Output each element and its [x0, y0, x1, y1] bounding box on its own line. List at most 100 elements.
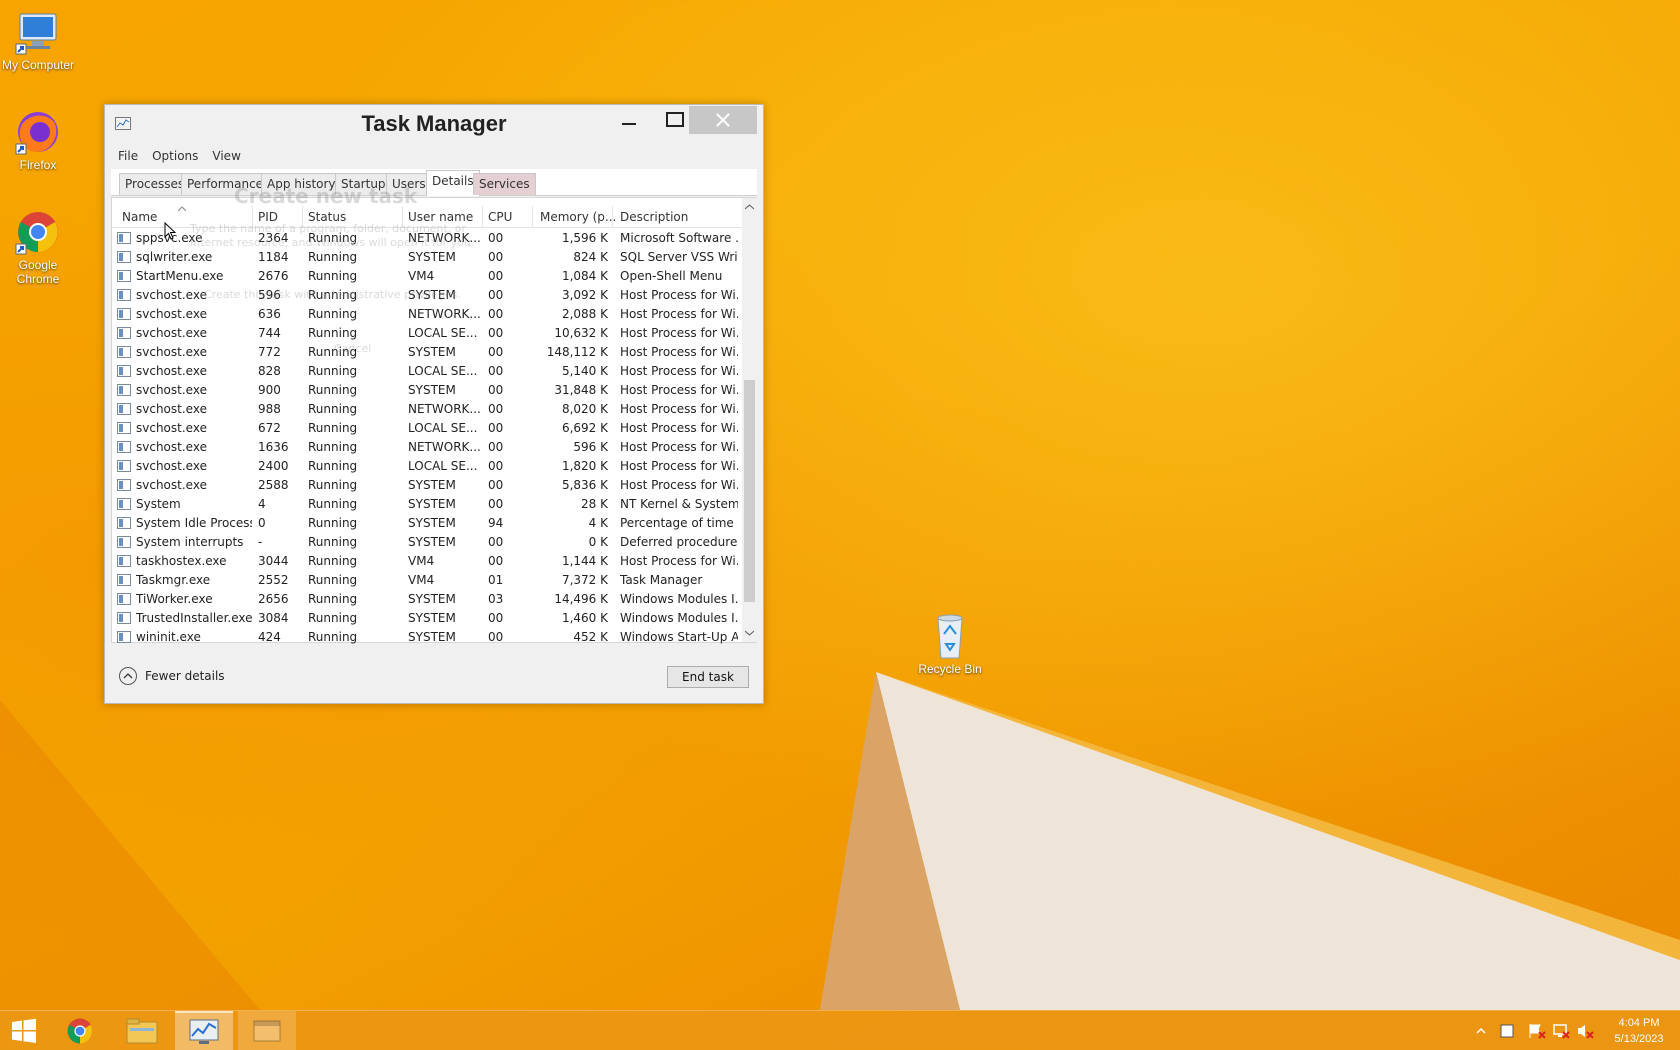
sort-up-icon	[178, 206, 186, 212]
process-icon	[117, 346, 131, 358]
vertical-scrollbar[interactable]	[742, 198, 757, 642]
cell-name: TiWorker.exe	[136, 592, 213, 606]
scroll-up-icon[interactable]	[745, 204, 754, 210]
table-row[interactable]: svchost.exe 636 Running NETWORK... 00 2,088 K…	[112, 305, 742, 324]
column-cpu[interactable]: CPU	[488, 210, 512, 224]
cell-mem: 2,088 K	[561, 307, 608, 321]
task-manager-window: Task Manager File Options View Processes…	[104, 104, 764, 704]
process-icon	[117, 593, 131, 605]
table-row[interactable]: svchost.exe 1636 Running NETWORK... 00 596 K H…	[112, 438, 742, 457]
cell-name: svchost.exe	[136, 383, 207, 397]
taskbar-clock[interactable]: 4:04 PM 5/13/2023	[1602, 1015, 1676, 1047]
process-icon	[117, 308, 131, 320]
cell-user: LOCAL SE...	[408, 326, 478, 340]
table-row[interactable]: sqlwriter.exe 1184 Running SYSTEM 00 824 K SQL…	[112, 248, 742, 267]
menu-view[interactable]: View	[205, 147, 247, 167]
table-row[interactable]: svchost.exe 988 Running NETWORK... 00 8,020 K…	[112, 400, 742, 419]
table-row[interactable]: svchost.exe 2588 Running SYSTEM 00 5,836 K Hos…	[112, 476, 742, 495]
cell-user: VM4	[408, 269, 435, 283]
chrome-icon	[14, 208, 62, 256]
menu-options[interactable]: Options	[145, 147, 205, 167]
action-center-icon	[1500, 1024, 1514, 1038]
cell-cpu: 00	[488, 611, 504, 625]
cell-mem: 452 K	[573, 630, 608, 644]
minimize-button[interactable]	[606, 105, 652, 135]
cell-name: Taskmgr.exe	[136, 573, 211, 587]
cell-cpu: 00	[488, 288, 504, 302]
menu-file[interactable]: File	[111, 147, 145, 167]
table-row[interactable]: svchost.exe 744 Running LOCAL SE... 00 10,632…	[112, 324, 742, 343]
cell-user: SYSTEM	[408, 630, 456, 644]
cell-pid: 3044	[258, 554, 289, 568]
taskbar-file-explorer[interactable]	[113, 1011, 171, 1050]
table-row[interactable]: System Idle Process 0 Running SYSTEM 94 4 K Pe…	[112, 514, 742, 533]
cell-mem: 1,460 K	[561, 611, 608, 625]
cell-user: SYSTEM	[408, 250, 456, 264]
show-hidden-icons[interactable]	[1476, 1011, 1486, 1050]
table-row[interactable]: TrustedInstaller.exe 3084 Running SYSTEM 00 1…	[112, 609, 742, 628]
windows-logo-icon	[12, 1018, 36, 1043]
maximize-icon	[666, 112, 684, 127]
start-button[interactable]	[0, 1011, 48, 1050]
cell-name: svchost.exe	[136, 326, 207, 340]
cell-cpu: 00	[488, 326, 504, 340]
cell-mem: 8,020 K	[561, 402, 608, 416]
tray-action-center[interactable]	[1500, 1011, 1514, 1050]
cell-pid: 2588	[258, 478, 289, 492]
tab-services[interactable]: Services	[473, 173, 536, 195]
table-row[interactable]: StartMenu.exe 2676 Running VM4 00 1,084 K Open…	[112, 267, 742, 286]
tray-volume[interactable]	[1576, 1011, 1594, 1050]
cell-name: System Idle Process	[136, 516, 252, 530]
cell-mem: 6,692 K	[561, 421, 608, 435]
cell-status: Running	[308, 497, 358, 511]
cell-mem: 596 K	[573, 440, 608, 454]
desktop-icon-recycle-bin[interactable]: Recycle Bin	[912, 612, 988, 676]
cell-cpu: 00	[488, 250, 504, 264]
chevron-up-icon	[119, 667, 137, 685]
tab-processes[interactable]: Processes	[119, 173, 191, 195]
desktop-icon-chrome[interactable]: Google Chrome	[0, 208, 76, 286]
chrome-icon	[67, 1018, 93, 1044]
table-row[interactable]: System interrupts - Running SYSTEM 00 0 K Defe…	[112, 533, 742, 552]
tab-details[interactable]: Details	[426, 170, 480, 196]
cell-desc: Deferred procedure ...	[620, 535, 738, 549]
flag-icon	[1529, 1024, 1546, 1039]
cell-desc: Host Process for Wi...	[620, 402, 738, 416]
title-bar[interactable]: Task Manager	[105, 105, 763, 141]
tray-network[interactable]	[1552, 1011, 1570, 1050]
taskbar-create-task-dialog[interactable]	[238, 1011, 296, 1050]
scroll-down-icon[interactable]	[745, 630, 754, 636]
column-name[interactable]: Name	[122, 210, 157, 224]
table-row[interactable]: taskhostex.exe 3044 Running VM4 00 1,144 K Hos…	[112, 552, 742, 571]
cell-desc: Microsoft Software ...	[620, 231, 738, 245]
close-button[interactable]	[689, 106, 757, 134]
table-row[interactable]: svchost.exe 672 Running LOCAL SE... 00 6,692 …	[112, 419, 742, 438]
taskbar-task-manager[interactable]	[175, 1011, 233, 1050]
desktop-icon-firefox[interactable]: Firefox	[0, 108, 76, 172]
cell-desc: Windows Modules I...	[620, 592, 738, 606]
table-row[interactable]: svchost.exe 2400 Running LOCAL SE... 00 1,820…	[112, 457, 742, 476]
table-row[interactable]: svchost.exe 828 Running LOCAL SE... 00 5,140 …	[112, 362, 742, 381]
dialog-window-icon	[253, 1020, 281, 1042]
cell-pid: 636	[258, 307, 281, 321]
cell-status: Running	[308, 459, 358, 473]
taskbar-chrome[interactable]	[51, 1011, 109, 1050]
cell-cpu: 00	[488, 535, 504, 549]
cell-user: NETWORK...	[408, 402, 481, 416]
scrollbar-thumb[interactable]	[744, 380, 755, 602]
table-row[interactable]: svchost.exe 900 Running SYSTEM 00 31,848 K Hos…	[112, 381, 742, 400]
cell-name: System interrupts	[136, 535, 244, 549]
cell-name: svchost.exe	[136, 345, 207, 359]
table-row[interactable]: Taskmgr.exe 2552 Running VM4 01 7,372 K Task M…	[112, 571, 742, 590]
column-memory[interactable]: Memory (p...	[540, 210, 616, 224]
fewer-details-button[interactable]: Fewer details	[119, 667, 225, 685]
end-task-button[interactable]: End task	[667, 666, 749, 688]
tray-flag[interactable]	[1528, 1011, 1546, 1050]
table-row[interactable]: TiWorker.exe 2656 Running SYSTEM 03 14,496 K W…	[112, 590, 742, 609]
column-description[interactable]: Description	[620, 210, 688, 224]
table-row[interactable]: svchost.exe 772 Running SYSTEM 00 148,112 K Ho…	[112, 343, 742, 362]
table-row[interactable]: System 4 Running SYSTEM 00 28 K NT Kernel & Sy…	[112, 495, 742, 514]
cell-user: LOCAL SE...	[408, 421, 478, 435]
desktop-icon-my-computer[interactable]: My Computer	[0, 8, 76, 72]
process-icon	[117, 289, 131, 301]
